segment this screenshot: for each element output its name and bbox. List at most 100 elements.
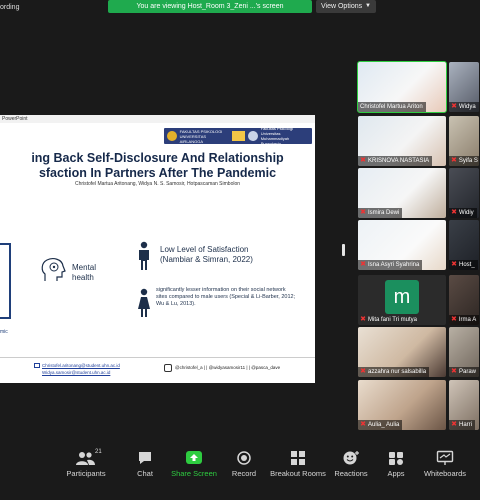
- participant-tile[interactable]: ✖ Irma A: [449, 275, 479, 325]
- logo-text-line-1: FAKULTAS PSIKOLOGI: [179, 128, 223, 134]
- participants-count: 21: [95, 449, 102, 455]
- participant-name-bar: ✖ KRISNOVA NASTASIA: [358, 156, 433, 166]
- whiteboard-icon: [436, 450, 454, 465]
- participant-name-bar: ✖ Widya: [449, 102, 479, 112]
- muted-mic-icon: ✖: [360, 157, 366, 164]
- recording-indicator: ording: [0, 4, 20, 11]
- ump-logo-icon: [248, 131, 258, 141]
- muted-mic-icon: ✖: [451, 261, 457, 268]
- footer-social-handles: @christofel_a | | @widyasamosir11 | | @p…: [175, 365, 281, 370]
- instagram-icon: [164, 364, 172, 372]
- participants-label: Participants: [66, 469, 106, 478]
- participant-name: Christofel Martua Ariton: [360, 104, 423, 110]
- participant-name: Aulia_ Aulia: [368, 422, 400, 428]
- muted-mic-icon: ✖: [360, 421, 366, 428]
- footer-email-2: Widya.samosir@student.uhn.ac.id: [42, 370, 111, 375]
- participant-name: Harri: [459, 422, 472, 428]
- participant-name: Syifa S: [458, 158, 478, 164]
- record-icon: [237, 451, 251, 465]
- satisfaction-heading-line-2: (Nambiar & Simran, 2022): [160, 255, 253, 264]
- satisfaction-heading-line-1: Low Level of Satisfaction: [160, 245, 249, 254]
- slide-title: ing Back Self-Disclosure And Relationshi…: [0, 151, 315, 181]
- participants-button[interactable]: 21 Participants: [54, 446, 118, 498]
- participant-tile[interactable]: Christofel Martua Ariton: [357, 61, 447, 113]
- muted-mic-icon: ✖: [360, 368, 366, 375]
- participant-name: Widiy: [459, 210, 474, 216]
- satisfaction-body-text: significantly lesser information on thei…: [156, 287, 296, 307]
- participant-name-bar: ✖ Aulia_ Aulia: [358, 420, 403, 430]
- participant-tile[interactable]: ✖ Widiy: [449, 168, 479, 218]
- participant-name: azzahra nur salsabilla: [368, 369, 427, 375]
- mental-label-line-1: Mental: [72, 263, 97, 272]
- logo-text-line-2: UNIVERSITAS AIRLANGGA: [179, 133, 207, 144]
- participant-tile[interactable]: m ✖ Mita fani Tri mutya: [358, 275, 446, 325]
- slide-accent-bracket: [0, 243, 11, 319]
- muted-mic-icon: ✖: [360, 209, 366, 216]
- participant-name: Isna Asyri Syahrina: [368, 262, 420, 268]
- whiteboards-label: Whiteboards: [423, 469, 467, 478]
- participant-tile[interactable]: ✖ Syifa S: [449, 116, 479, 166]
- participant-name-bar: ✖ Isna Asyri Syahrina: [358, 260, 423, 270]
- slide-footer: Christofel.aritonang@student.uhn.ac.id W…: [0, 357, 315, 383]
- participant-avatar: m: [385, 280, 419, 314]
- slide-left-fragment: mic: [0, 329, 8, 335]
- reactions-icon: [343, 451, 359, 465]
- footer-emails: Christofel.aritonang@student.uhn.ac.id W…: [42, 362, 120, 376]
- participant-tile[interactable]: ✖ Ismira Dewi: [358, 168, 446, 218]
- participant-name-bar: ✖ Syifa S: [449, 156, 479, 166]
- participants-icon: [76, 452, 95, 465]
- participant-name-bar: ✖ Paraw: [449, 367, 479, 377]
- participant-tile[interactable]: ✖ Harri: [449, 380, 479, 430]
- participant-name: Ismira Dewi: [368, 210, 400, 216]
- muted-mic-icon: ✖: [451, 157, 457, 164]
- slide-authors: Christofel Martua Aritonang, Widya N. S.…: [74, 181, 241, 187]
- participant-name-bar: Christofel Martua Ariton: [358, 102, 426, 112]
- chevron-down-icon: ▼: [365, 3, 371, 9]
- meeting-toolbar: 21 Participants Chat Share Screen Record: [0, 444, 480, 500]
- faculty-logo-icon: [167, 131, 177, 141]
- participant-name: KRISNOVA NASTASIA: [368, 158, 430, 164]
- male-person-icon: [139, 241, 149, 270]
- brain-head-icon: [41, 258, 66, 281]
- unair-logo-icon: [231, 131, 246, 141]
- whiteboards-button[interactable]: Whiteboards: [413, 446, 477, 498]
- participant-tile[interactable]: ✖ Host_: [449, 220, 479, 270]
- mental-label-line-2: health: [72, 273, 94, 282]
- participant-name: Mita fani Tri mutya: [368, 317, 418, 323]
- shared-screen: PowerPoint FAKULTAS PSIKOLOGI UNIVERSITA…: [0, 115, 315, 383]
- muted-mic-icon: ✖: [451, 316, 457, 323]
- email-icon: [34, 363, 40, 368]
- university-logos: FAKULTAS PSIKOLOGI UNIVERSITAS AIRLANGGA…: [164, 126, 312, 146]
- participant-tile[interactable]: ✖ Widya: [449, 62, 479, 112]
- participant-name-bar: ✖ Host_: [449, 260, 478, 270]
- muted-mic-icon: ✖: [451, 103, 457, 110]
- shared-app-titlebar: PowerPoint: [0, 115, 315, 123]
- participant-name: Paraw: [458, 369, 476, 375]
- participant-name-bar: ✖ Ismira Dewi: [358, 208, 403, 218]
- muted-mic-icon: ✖: [360, 261, 366, 268]
- muted-mic-icon: ✖: [451, 421, 457, 428]
- panel-resize-handle[interactable]: [342, 244, 345, 256]
- share-screen-icon: [186, 451, 202, 464]
- chat-icon: [139, 452, 151, 464]
- participant-tile[interactable]: ✖ azzahra nur salsabilla: [358, 327, 446, 377]
- muted-mic-icon: ✖: [360, 316, 366, 323]
- view-options-label: View Options: [321, 3, 363, 10]
- muted-mic-icon: ✖: [451, 368, 457, 375]
- participant-name-bar: ✖ Harri: [449, 420, 475, 430]
- participant-tile[interactable]: ✖ Aulia_ Aulia: [358, 380, 446, 430]
- participant-tile[interactable]: ✖ Paraw: [449, 327, 479, 377]
- satisfaction-heading: Low Level of Satisfaction (Nambiar & Sim…: [160, 245, 253, 265]
- breakout-rooms-icon: [291, 451, 305, 465]
- participant-tile[interactable]: ✖ KRISNOVA NASTASIA: [358, 116, 446, 166]
- slide-title-line-2: sfaction In Partners After The Pandemic: [38, 166, 277, 180]
- participant-name-bar: ✖ azzahra nur salsabilla: [358, 367, 430, 377]
- ump-logo-text: Fakultas Psikologi Universitas Muhammadi…: [260, 126, 293, 146]
- participant-tile[interactable]: ✖ Isna Asyri Syahrina: [358, 220, 446, 270]
- view-options-button[interactable]: View Options ▼: [316, 0, 376, 13]
- viewing-banner: You are viewing Host_Room 3_Zeni ...'s s…: [108, 0, 312, 13]
- slide-title-line-1: ing Back Self-Disclosure And Relationshi…: [31, 151, 284, 165]
- participant-name-bar: ✖ Irma A: [449, 315, 479, 325]
- apps-icon: [389, 452, 403, 465]
- zoom-meeting-window: ording You are viewing Host_Room 3_Zeni …: [0, 0, 480, 500]
